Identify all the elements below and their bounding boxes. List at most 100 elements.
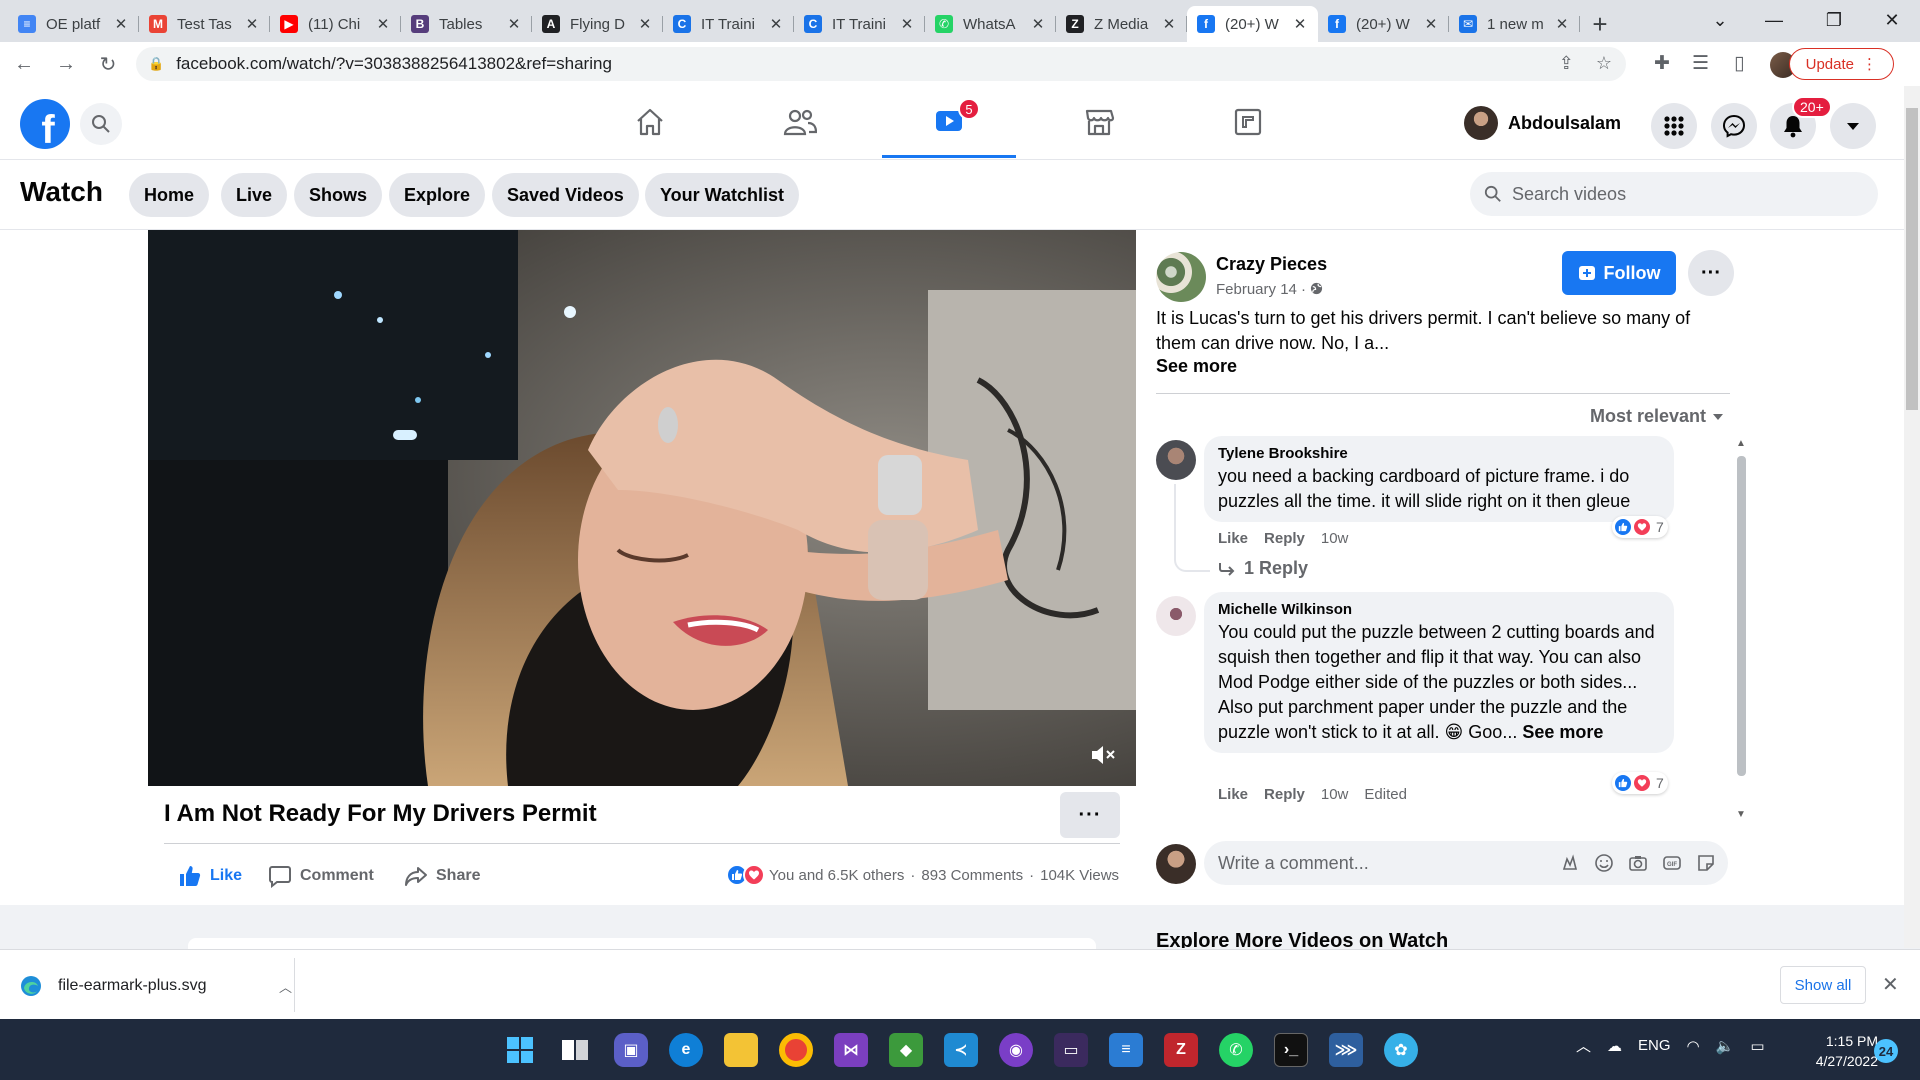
nav-home[interactable] xyxy=(583,86,717,158)
comment-button[interactable]: Comment xyxy=(268,862,374,890)
windows-start-icon[interactable] xyxy=(503,1033,537,1067)
page-avatar[interactable] xyxy=(1156,252,1206,302)
close-download-bar-icon[interactable]: ✕ xyxy=(1882,972,1899,997)
sticker-icon[interactable] xyxy=(1696,853,1716,873)
commenter-avatar[interactable] xyxy=(1156,596,1196,636)
address-bar[interactable]: 🔒 facebook.com/watch/?v=3038388256413802… xyxy=(136,47,1626,81)
notepad-icon[interactable]: ≡ xyxy=(1109,1033,1143,1067)
close-tab-icon[interactable]: ✕ xyxy=(1423,15,1439,33)
like-button[interactable]: Like xyxy=(178,862,242,890)
watch-tab-home[interactable]: Home xyxy=(129,173,210,217)
comment-input[interactable]: Write a comment... GIF xyxy=(1204,841,1728,885)
filezilla-icon[interactable]: Z xyxy=(1164,1033,1198,1067)
browser-tab[interactable]: M Test Tas ✕ xyxy=(139,6,270,42)
comments-list[interactable]: Tylene Brookshire you need a backing car… xyxy=(1150,436,1750,820)
minimize-button[interactable]: — xyxy=(1746,0,1802,40)
lock-icon[interactable]: 🔒 xyxy=(148,56,164,72)
nav-gaming[interactable] xyxy=(1181,86,1315,158)
close-tab-icon[interactable]: ✕ xyxy=(1292,15,1308,33)
wifi-icon[interactable]: ◠ xyxy=(1687,1037,1700,1055)
onedrive-cloud-icon[interactable]: ☁ xyxy=(1607,1037,1622,1055)
new-tab-button[interactable]: + xyxy=(1580,6,1620,42)
comments-scrollbar-thumb[interactable] xyxy=(1737,456,1746,776)
reading-list-icon[interactable]: ☰ xyxy=(1692,52,1709,75)
notifications-button[interactable]: 20+ xyxy=(1770,96,1832,149)
camera-icon[interactable] xyxy=(1628,853,1648,873)
comment-time[interactable]: 10w xyxy=(1321,786,1349,803)
messenger-button[interactable] xyxy=(1711,103,1757,149)
restore-button[interactable]: ❐ xyxy=(1806,0,1862,40)
update-button[interactable]: Update ⋮ xyxy=(1788,48,1894,80)
mute-icon[interactable] xyxy=(1090,744,1116,770)
comment-sort-dropdown[interactable]: Most relevant xyxy=(1590,406,1724,427)
git-tool-icon[interactable]: ◆ xyxy=(889,1033,923,1067)
nav-marketplace[interactable] xyxy=(1032,86,1166,158)
commenter-avatar[interactable] xyxy=(1156,440,1196,480)
browser-tab[interactable]: B Tables ✕ xyxy=(401,6,532,42)
menu-button[interactable] xyxy=(1651,103,1697,149)
volume-icon[interactable]: 🔈 xyxy=(1716,1037,1735,1055)
url-text[interactable]: facebook.com/watch/?v=3038388256413802&r… xyxy=(176,54,612,74)
battery-icon[interactable]: ▭ xyxy=(1750,1037,1764,1055)
watch-tab-shows[interactable]: Shows xyxy=(294,173,383,217)
chevron-up-icon[interactable]: ︿ xyxy=(279,977,292,996)
watch-tab-watchlist[interactable]: Your Watchlist xyxy=(645,173,800,217)
vscode-icon[interactable]: ≺ xyxy=(944,1033,978,1067)
comment-author[interactable]: Michelle Wilkinson xyxy=(1218,600,1660,620)
post-date[interactable]: February 14 · xyxy=(1216,281,1323,298)
show-all-downloads-button[interactable]: Show all xyxy=(1780,966,1866,1004)
scroll-up-icon[interactable]: ▲ xyxy=(1736,438,1746,449)
follow-button[interactable]: Follow xyxy=(1562,251,1676,295)
comments-count[interactable]: 893 Comments xyxy=(921,867,1023,884)
comment-like-button[interactable]: Like xyxy=(1218,530,1248,547)
share-page-icon[interactable]: ⇪ xyxy=(1559,53,1574,74)
close-tab-icon[interactable]: ✕ xyxy=(113,15,129,33)
close-tab-icon[interactable]: ✕ xyxy=(1554,15,1570,33)
tab-search-icon[interactable]: ⌄ xyxy=(1692,0,1748,40)
close-window-button[interactable]: ✕ xyxy=(1864,0,1920,40)
extensions-icon[interactable]: ✚ xyxy=(1654,52,1670,75)
nav-watch[interactable]: 5 xyxy=(882,86,1016,158)
comment-like-button[interactable]: Like xyxy=(1218,786,1248,803)
close-tab-icon[interactable]: ✕ xyxy=(244,15,260,33)
browser-tab[interactable]: ✉ 1 new m ✕ xyxy=(1449,6,1580,42)
browser-tab[interactable]: C IT Traini ✕ xyxy=(663,6,794,42)
reload-button[interactable]: ↻ xyxy=(90,46,126,82)
browser-tab[interactable]: A Flying D ✕ xyxy=(532,6,663,42)
account-menu-button[interactable] xyxy=(1830,103,1876,149)
nav-friends[interactable] xyxy=(733,86,867,158)
search-videos-input[interactable]: Search videos xyxy=(1470,172,1878,216)
browser-tab[interactable]: C IT Traini ✕ xyxy=(794,6,925,42)
video-more-options-button[interactable]: ··· xyxy=(1060,792,1120,838)
back-button[interactable]: ← xyxy=(6,46,42,82)
browser-tab[interactable]: ≡ OE platf ✕ xyxy=(8,6,139,42)
browser-tab[interactable]: ▶ (11) Chi ✕ xyxy=(270,6,401,42)
visual-studio-icon[interactable]: ⋈ xyxy=(834,1033,868,1067)
browser-tab[interactable]: f (20+) W ✕ xyxy=(1187,6,1318,42)
comment-reply-button[interactable]: Reply xyxy=(1264,530,1305,547)
close-tab-icon[interactable]: ✕ xyxy=(506,15,522,33)
comment-reactions[interactable]: 7 xyxy=(1612,772,1668,794)
comment-reply-button[interactable]: Reply xyxy=(1264,786,1305,803)
task-view-icon[interactable] xyxy=(558,1033,592,1067)
comment-reactions[interactable]: 7 xyxy=(1612,516,1668,538)
view-replies-button[interactable]: 1 Reply xyxy=(1218,558,1308,579)
close-tab-icon[interactable]: ✕ xyxy=(1161,15,1177,33)
close-tab-icon[interactable]: ✕ xyxy=(1030,15,1046,33)
close-tab-icon[interactable]: ✕ xyxy=(899,15,915,33)
whatsapp-icon[interactable]: ✆ xyxy=(1219,1033,1253,1067)
scroll-down-icon[interactable]: ▼ xyxy=(1736,809,1746,820)
browser-tab[interactable]: Z Z Media ✕ xyxy=(1056,6,1187,42)
post-more-options-button[interactable]: ··· xyxy=(1688,250,1734,296)
browser-tab[interactable]: f (20+) W ✕ xyxy=(1318,6,1449,42)
page-scrollbar-thumb[interactable] xyxy=(1906,108,1918,410)
see-more-link[interactable]: See more xyxy=(1156,356,1237,377)
emoji-icon[interactable] xyxy=(1594,853,1614,873)
close-tab-icon[interactable]: ✕ xyxy=(375,15,391,33)
search-button[interactable] xyxy=(80,103,122,145)
edge-icon[interactable]: e xyxy=(669,1033,703,1067)
close-tab-icon[interactable]: ✕ xyxy=(768,15,784,33)
watch-tab-saved-videos[interactable]: Saved Videos xyxy=(492,173,639,217)
reactions-summary[interactable]: You and 6.5K others · 893 Comments · 104… xyxy=(726,864,1119,886)
command-prompt-icon[interactable]: ›_ xyxy=(1274,1033,1308,1067)
